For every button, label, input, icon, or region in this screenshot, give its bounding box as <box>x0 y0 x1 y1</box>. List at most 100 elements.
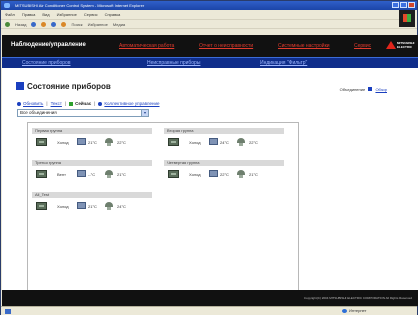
indoor-unit-icon[interactable] <box>36 202 47 210</box>
window-title: MITSUBISHI Air Conditioner Control Syste… <box>15 3 145 8</box>
room-temp: 22°C <box>249 140 258 145</box>
group-name: Первая группа <box>32 128 152 134</box>
subnav-faulty-units[interactable]: Неисправные приборы <box>147 60 200 66</box>
media-button[interactable]: Медиа <box>113 20 125 28</box>
page-done-icon <box>5 309 11 314</box>
set-temp: 21°C <box>88 140 97 145</box>
group-card[interactable]: Третья группа Вент --°C 21°C <box>32 160 152 184</box>
logo-line-2: ELECTRIC <box>397 45 412 49</box>
title-bar: MITSUBISHI Air Conditioner Control Syste… <box>1 1 417 10</box>
menu-file[interactable]: Файл <box>5 10 15 19</box>
group-select-value: Все объединения <box>20 110 57 115</box>
groups-panel: Первая группа Холод 21°C 22°C Вторая гру… <box>27 122 299 295</box>
main-content: Состояние приборов Объединение Обзор Обн… <box>2 68 418 295</box>
group-name: Третья группа <box>32 160 152 166</box>
set-temp-icon <box>77 138 86 145</box>
collective-control-link[interactable]: Коллективное управление <box>104 101 159 106</box>
window-controls <box>392 2 415 8</box>
mode-label: Холод <box>189 140 201 145</box>
menu-tools[interactable]: Сервис <box>84 10 98 19</box>
group-card[interactable]: Четвертая группа Холод 22°C 21°C <box>164 160 284 184</box>
nav-auto-operation[interactable]: Автоматическая работа <box>119 43 174 49</box>
mode-label: Холод <box>189 172 201 177</box>
collective-icon <box>98 101 103 106</box>
browser-toolbar: Назад Поиск Избранное Медиа <box>1 19 401 28</box>
group-card[interactable]: Первая группа Холод 21°C 22°C <box>32 128 152 152</box>
close-button[interactable] <box>408 2 415 8</box>
room-temp: 21°C <box>117 172 126 177</box>
page-title: Состояние приборов <box>16 81 111 91</box>
minimize-button[interactable] <box>392 2 399 8</box>
indoor-unit-icon[interactable] <box>36 138 47 146</box>
sub-nav: Состояние приборов Неисправные приборы И… <box>2 57 418 68</box>
indoor-unit-icon[interactable] <box>168 170 179 178</box>
now-icon <box>69 101 74 106</box>
fan-icon <box>105 202 113 210</box>
fan-icon <box>105 170 113 178</box>
set-temp-icon <box>209 138 218 145</box>
top-nav: Наблюдение/управление Автоматическая раб… <box>2 35 418 57</box>
sort-link[interactable]: Текст <box>51 101 62 106</box>
mitsubishi-logo: MITSUBISHI ELECTRIC <box>386 40 414 52</box>
set-temp-icon <box>209 170 218 177</box>
group-name: Вторая группа <box>164 128 284 134</box>
overview-link[interactable]: Обзор <box>375 87 387 92</box>
nav-monitoring[interactable]: Наблюдение/управление <box>11 42 86 48</box>
group-select[interactable]: Все объединения <box>17 109 149 117</box>
menu-favorites[interactable]: Избранное <box>57 10 77 19</box>
copyright-text: Copyright(C) 2004 MITSUBISHI ELECTRIC CO… <box>303 296 412 300</box>
diamond-logo-icon <box>386 41 396 49</box>
set-temp: --°C <box>88 172 96 177</box>
home-icon[interactable] <box>61 22 67 27</box>
grid-view-icon[interactable] <box>368 87 373 91</box>
subnav-unit-status[interactable]: Состояние приборов <box>22 60 70 66</box>
mode-label: Вент <box>57 172 66 177</box>
group-name: Четвертая группа <box>164 160 284 166</box>
set-temp: 24°C <box>220 140 229 145</box>
set-temp: 21°C <box>88 204 97 209</box>
indoor-unit-icon[interactable] <box>168 138 179 146</box>
fan-icon <box>237 138 245 146</box>
internet-zone: Интернет <box>341 307 366 315</box>
group-card[interactable]: All_Test Холод 21°C 24°C <box>32 192 152 216</box>
refresh-link[interactable]: Обновить <box>23 101 43 106</box>
group-card[interactable]: Вторая группа Холод 24°C 22°C <box>164 128 284 152</box>
set-temp-icon <box>77 202 86 209</box>
chevron-down-icon[interactable] <box>141 110 148 116</box>
status-bar: Интернет <box>1 306 417 315</box>
group-name: All_Test <box>32 192 152 198</box>
stop-icon[interactable] <box>41 22 47 27</box>
ie-icon <box>4 3 10 8</box>
set-temp: 22°C <box>220 172 229 177</box>
nav-service[interactable]: Сервис <box>354 43 371 49</box>
refresh-icon <box>17 101 21 106</box>
action-links: Обновить | Текст | Сейчас | Коллективное… <box>17 101 160 106</box>
fan-icon <box>105 138 113 146</box>
title-square-icon <box>16 82 24 90</box>
page-footer: Copyright(C) 2004 MITSUBISHI ELECTRIC CO… <box>2 290 418 306</box>
browser-window: MITSUBISHI Air Conditioner Control Syste… <box>0 0 418 315</box>
overview-label: Объединение <box>339 87 366 92</box>
menu-edit[interactable]: Правка <box>22 10 36 19</box>
indoor-unit-icon[interactable] <box>36 170 47 178</box>
back-button[interactable]: Назад <box>15 20 26 28</box>
back-icon[interactable] <box>5 22 10 27</box>
menu-view[interactable]: Вид <box>42 10 49 19</box>
nav-malfunction-report[interactable]: Отчет о неисправности <box>199 43 253 49</box>
maximize-button[interactable] <box>400 2 407 8</box>
refresh-icon[interactable] <box>51 22 57 27</box>
forward-icon[interactable] <box>31 22 37 27</box>
search-button[interactable]: Поиск <box>71 20 82 28</box>
menu-bar: Файл Правка Вид Избранное Сервис Справка <box>1 10 401 19</box>
set-temp-icon <box>77 170 86 177</box>
address-bar[interactable] <box>1 28 417 35</box>
fan-icon <box>237 170 245 178</box>
windows-logo-icon <box>399 10 415 27</box>
now-label: Сейчас <box>75 101 92 106</box>
menu-help[interactable]: Справка <box>105 10 121 19</box>
page-title-text: Состояние приборов <box>27 81 111 91</box>
overview-toggle: Объединение Обзор <box>340 87 387 92</box>
nav-system-settings[interactable]: Системные настройки <box>278 43 330 49</box>
subnav-filter-indication[interactable]: Индикация "Фильтр" <box>260 60 307 66</box>
favorites-button[interactable]: Избранное <box>88 20 108 28</box>
